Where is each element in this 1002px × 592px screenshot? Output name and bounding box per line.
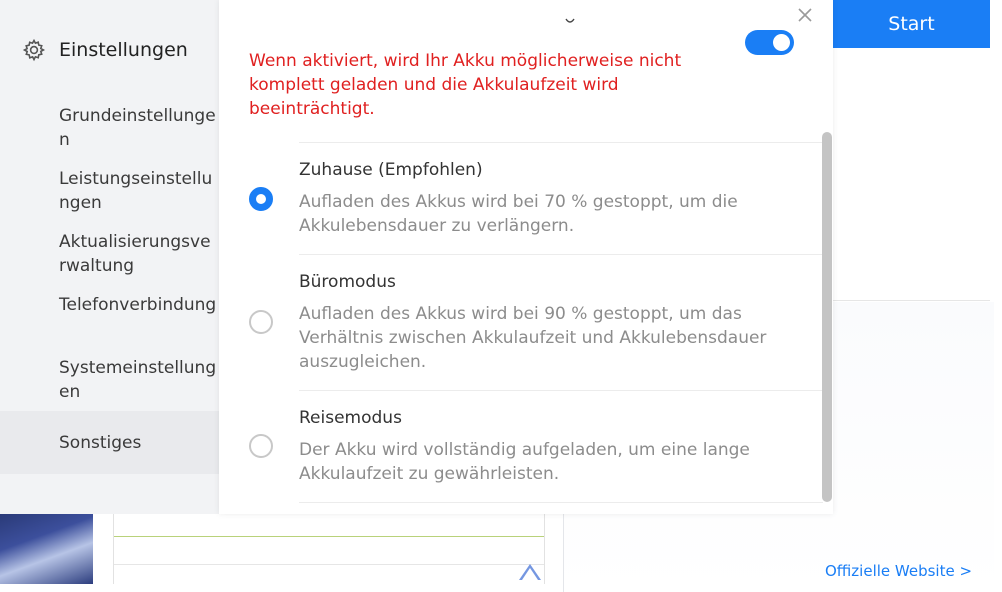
chart-line [114, 536, 544, 537]
option-bueromodus[interactable]: Büromodus Aufladen des Akkus wird bei 90… [249, 254, 809, 390]
option-description: Der Akku wird vollständig aufgeladen, um… [299, 440, 750, 484]
radio-bueromodus[interactable] [249, 310, 273, 334]
option-reisemodus[interactable]: Reisemodus Der Akku wird vollständig auf… [249, 390, 809, 502]
option-description: Aufladen des Akkus wird bei 70 % gestopp… [299, 192, 738, 236]
sidebar-item-grundeinstellungen[interactable]: Grundeinstellungen [0, 104, 219, 152]
option-zuhause[interactable]: Zuhause (Empfohlen) Aufladen des Akkus w… [249, 142, 809, 254]
sidebar-item-systemeinstellungen[interactable]: Systemeinstellungen [0, 356, 219, 404]
chart-panel [113, 514, 545, 584]
start-button[interactable]: Start [833, 0, 990, 48]
divider [833, 300, 990, 301]
close-icon [798, 8, 812, 22]
sidebar-item-leistungseinstellungen[interactable]: Leistungseinstellungen [0, 167, 219, 215]
radio-reisemodus[interactable] [249, 434, 273, 458]
close-button[interactable] [795, 5, 815, 25]
settings-sidebar: Einstellungen Grundeinstellungen Leistun… [0, 0, 219, 514]
sidebar-item-telefonverbindung[interactable]: Telefonverbindung [0, 293, 219, 317]
sidebar-item-sonstiges[interactable]: Sonstiges [0, 411, 219, 474]
battery-protection-toggle[interactable] [745, 30, 794, 55]
gear-icon [22, 38, 46, 62]
setting-label-cut [565, 14, 577, 28]
chart-gridline [114, 564, 544, 565]
toggle-knob [773, 34, 790, 51]
option-description: Aufladen des Akkus wird bei 90 % gestopp… [299, 304, 767, 372]
divider [299, 502, 823, 503]
official-website-link[interactable]: Offizielle Website > [825, 562, 972, 580]
option-title: Reisemodus [299, 408, 402, 428]
warning-text: Wenn aktiviert, wird Ihr Akku möglicherw… [249, 51, 682, 119]
radio-zuhause[interactable] [249, 187, 273, 211]
sidebar-item-aktualisierungsverwaltung[interactable]: Aktualisierungsverwaltung [0, 230, 219, 278]
wallpaper-thumbnail [0, 514, 93, 584]
option-title: Büromodus [299, 272, 396, 292]
sidebar-title: Einstellungen [59, 39, 188, 61]
option-title: Zuhause (Empfohlen) [299, 160, 483, 180]
scrollbar[interactable] [822, 132, 832, 502]
sidebar-header: Einstellungen [22, 38, 188, 62]
